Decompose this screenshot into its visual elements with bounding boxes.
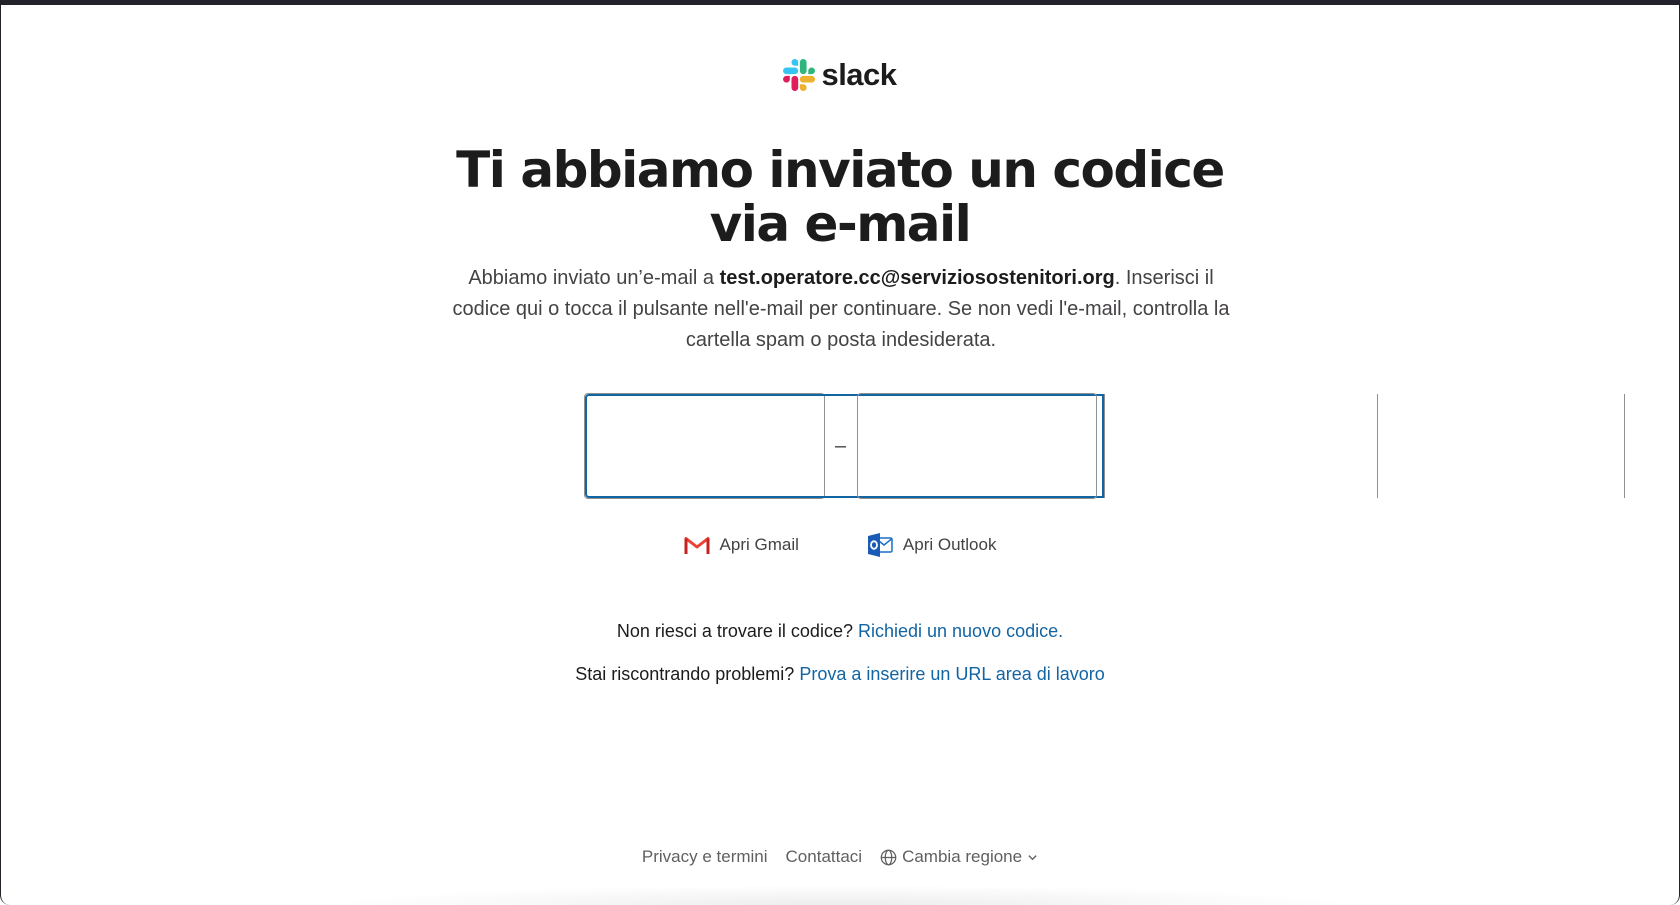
- code-not-found-text: Non riesci a trovare il codice?: [616, 621, 853, 641]
- footer: Privacy e termini Contattaci Cambia regi…: [1, 847, 1679, 867]
- instructions-prefix: Abbiamo inviato un’e-mail a: [468, 267, 720, 289]
- outlook-icon: [867, 533, 893, 557]
- globe-icon: [880, 849, 897, 865]
- bottom-shadow: [321, 885, 1361, 905]
- change-region-label: Cambia regione: [902, 847, 1023, 866]
- code-not-found-line: Non riesci a trovare il codice? Richiedi…: [1, 621, 1679, 642]
- recipient-email: test.operatore.cc@serviziosostenitori.or…: [719, 267, 1115, 289]
- chevron-down-icon: [1028, 854, 1037, 860]
- code-separator: –: [834, 435, 847, 457]
- page-frame: slack Ti abbiamo inviato un codice via e…: [0, 0, 1680, 905]
- open-gmail-label: Apri Gmail: [719, 535, 799, 554]
- instructions-text: Abbiamo inviato un’e-mail a test.operato…: [441, 263, 1241, 356]
- problems-text: Stai riscontrando problemi?: [575, 664, 795, 684]
- contact-link[interactable]: Contattaci: [786, 847, 863, 867]
- request-new-code-link[interactable]: Richiedi un nuovo codice.: [858, 621, 1063, 641]
- slack-logo-icon: [783, 59, 816, 91]
- code-digit-5[interactable]: [1377, 394, 1679, 498]
- gmail-icon: [684, 537, 710, 554]
- page-title-line-2: via e-mail: [709, 195, 972, 253]
- page-title: Ti abbiamo inviato un codice via e-mail: [1, 143, 1679, 251]
- page-title-line-1: Ti abbiamo inviato un codice: [456, 141, 1225, 199]
- mail-app-links: Apri Gmail Apri Outlook: [1, 533, 1679, 557]
- slack-logo[interactable]: slack: [1, 59, 1679, 91]
- code-digit-4[interactable]: [858, 394, 1377, 498]
- privacy-terms-link[interactable]: Privacy e termini: [642, 847, 768, 867]
- change-region-button[interactable]: Cambia regione: [880, 847, 1038, 867]
- workspace-url-link[interactable]: Prova a inserire un URL area di lavoro: [799, 664, 1104, 684]
- open-outlook-label: Apri Outlook: [902, 535, 997, 554]
- problems-line: Stai riscontrando problemi? Prova a inse…: [1, 664, 1679, 685]
- open-outlook-button[interactable]: Apri Outlook: [867, 533, 997, 557]
- open-gmail-button[interactable]: Apri Gmail: [684, 533, 799, 557]
- code-input-group-1: [584, 393, 1679, 499]
- code-input-group-2: [857, 393, 1679, 499]
- slack-wordmark: slack: [821, 57, 897, 92]
